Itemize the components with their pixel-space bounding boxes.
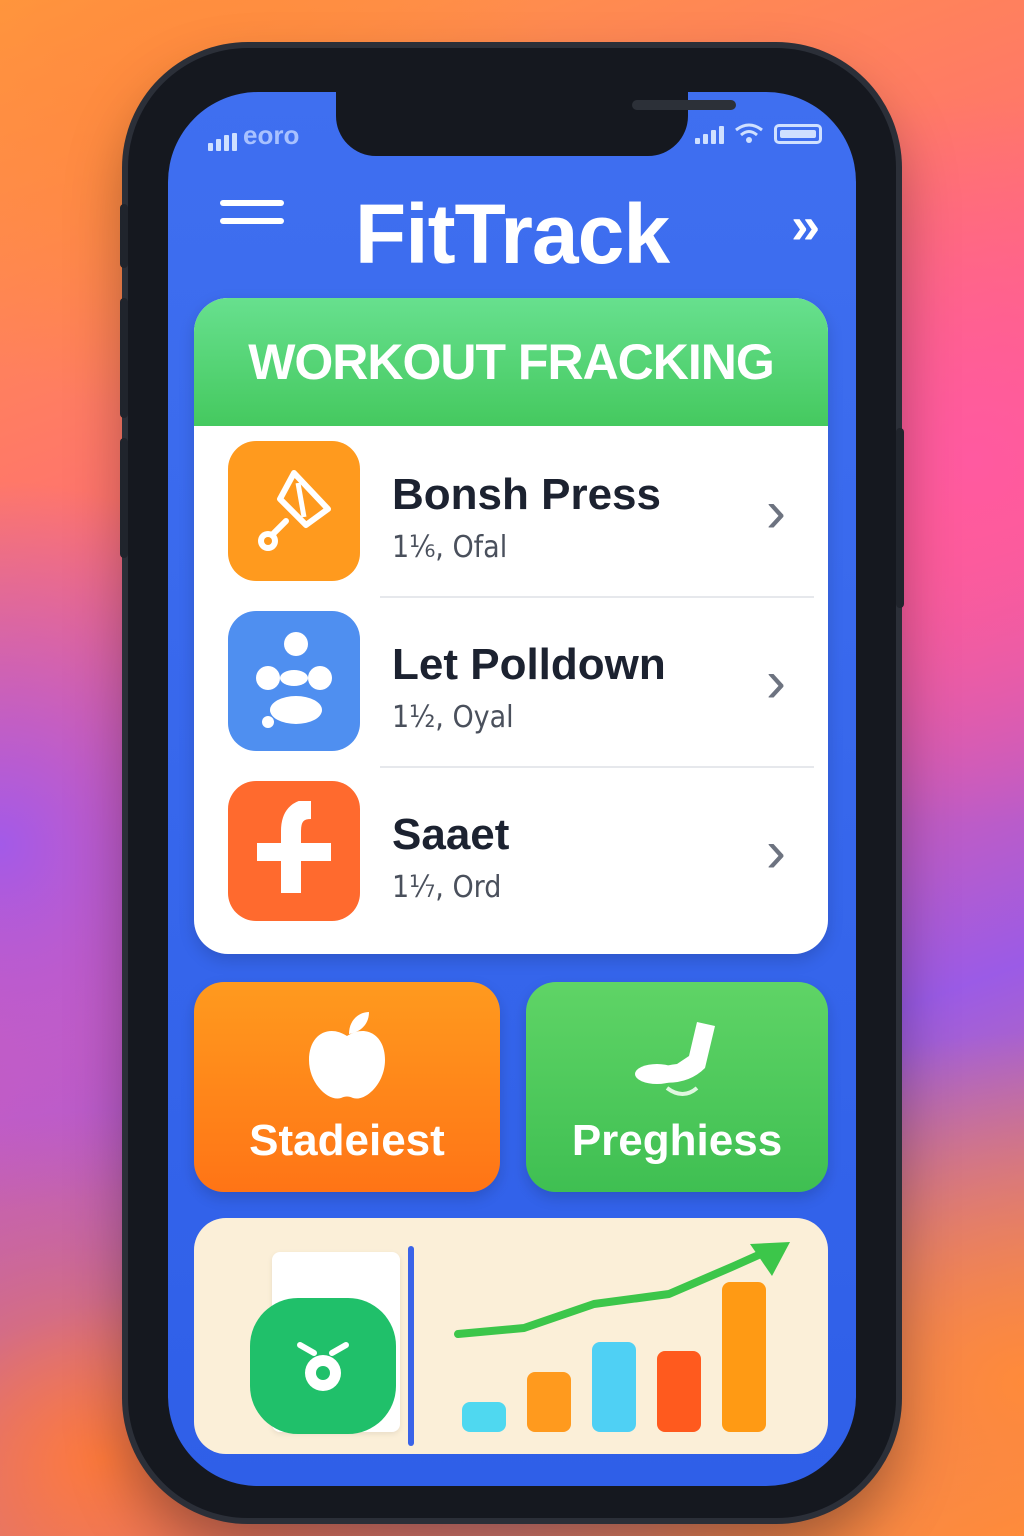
- progress-tile[interactable]: Preghiess: [526, 982, 828, 1192]
- double-chevron-right-icon[interactable]: »: [791, 196, 820, 256]
- notch: [336, 92, 736, 156]
- app-header: FitTrack »: [168, 182, 856, 292]
- chart-bar-1: [462, 1402, 506, 1432]
- pushpin-icon: [228, 441, 360, 581]
- tile-label: Preghiess: [571, 1116, 783, 1165]
- workout-name: Let Polldown: [392, 640, 666, 689]
- chart-bar-3: [592, 1342, 636, 1432]
- divider: [408, 1246, 414, 1446]
- signal-bars-icon: [208, 133, 237, 151]
- chart-bar-4: [657, 1351, 701, 1432]
- apple-icon: [309, 1012, 385, 1099]
- workout-detail: 1⅟₇, Ord: [392, 870, 502, 905]
- workout-tracking-card: WORKOUT FRACKING Bonsh Press 1⅟₆, Ofal ›: [194, 298, 828, 954]
- status-bar-right: [695, 122, 822, 144]
- volume-up-button: [120, 298, 128, 418]
- shoe-icon: [635, 1022, 715, 1096]
- workout-name: Bonsh Press: [392, 470, 661, 519]
- chart-bar-5: [722, 1282, 766, 1432]
- mute-switch: [120, 204, 128, 268]
- section-title: WORKOUT FRACKING: [194, 298, 828, 426]
- workout-row[interactable]: Bonsh Press 1⅟₆, Ofal ›: [194, 426, 828, 596]
- workout-name: Saaet: [392, 810, 510, 859]
- workout-text: Let Polldown 1⅟₂, Oyal: [392, 640, 666, 735]
- workout-text: Bonsh Press 1⅟₆, Ofal: [392, 470, 661, 565]
- status-bar-left: eoro: [208, 120, 299, 151]
- carrier-label: eoro: [243, 120, 300, 150]
- app-title: FitTrack: [354, 187, 670, 281]
- workout-row[interactable]: Let Polldown 1⅟₂, Oyal ›: [194, 596, 828, 766]
- workout-row[interactable]: Saaet 1⅟₇, Ord ›: [194, 766, 828, 936]
- workout-text: Saaet 1⅟₇, Ord: [392, 810, 509, 905]
- workout-detail: 1⅟₆, Ofal: [392, 530, 508, 565]
- power-button: [896, 428, 904, 608]
- chevron-right-icon[interactable]: ›: [766, 817, 786, 886]
- plus-icon: [228, 781, 360, 921]
- wifi-icon: [735, 123, 763, 143]
- volume-down-button: [120, 438, 128, 558]
- stats-tile[interactable]: Stadeiest: [194, 982, 500, 1192]
- stopwatch-icon: [250, 1298, 396, 1434]
- chevron-right-icon[interactable]: ›: [766, 477, 786, 546]
- progress-bar-chart: [454, 1242, 790, 1432]
- dumbbell-icon: [228, 611, 360, 751]
- app-screen: eoro FitTrack » WORKOUT FRACKING Bonsh P…: [168, 92, 856, 1486]
- workout-detail: 1⅟₂, Oyal: [392, 700, 514, 735]
- cellular-signal-icon: [695, 126, 724, 144]
- chart-bar-2: [527, 1372, 571, 1432]
- progress-chart-card: [194, 1218, 828, 1454]
- tile-label: Stadeiest: [249, 1116, 445, 1165]
- speaker: [632, 100, 736, 110]
- battery-icon: [774, 124, 822, 144]
- chevron-right-icon[interactable]: ›: [766, 647, 786, 716]
